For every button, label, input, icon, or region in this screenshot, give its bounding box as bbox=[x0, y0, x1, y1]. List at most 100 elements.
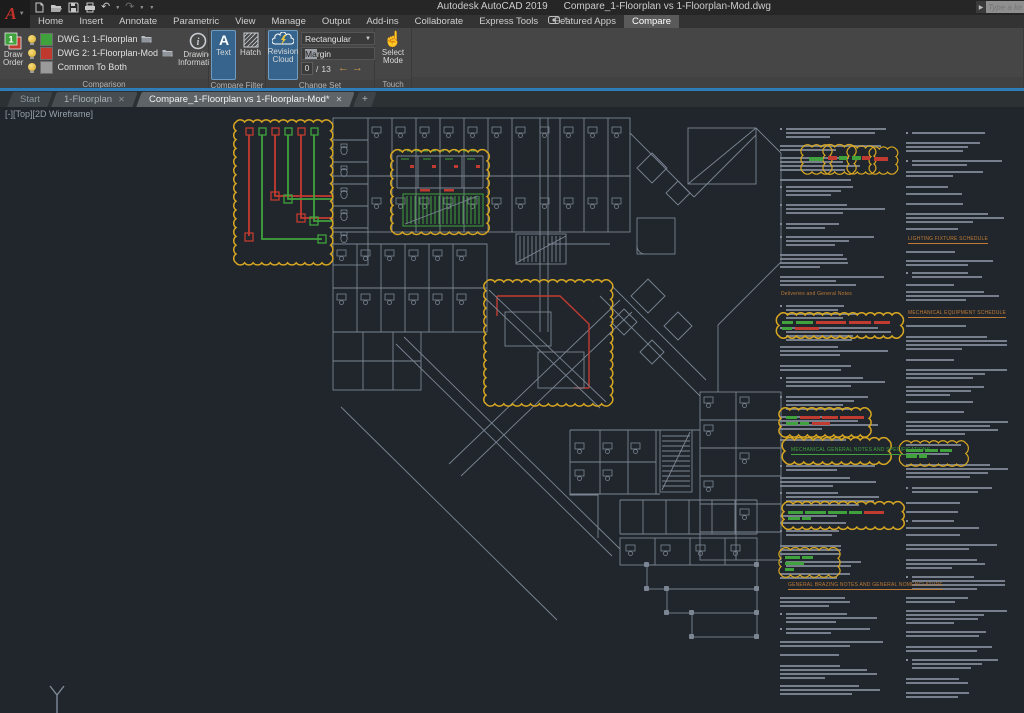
ribbon-tab-home[interactable]: Home bbox=[30, 15, 71, 28]
open-file-icon[interactable] bbox=[50, 3, 63, 13]
text-diff-added bbox=[788, 517, 800, 520]
desk-glyphs bbox=[337, 127, 749, 556]
hatch-filter-icon bbox=[243, 32, 259, 48]
svg-text:i: i bbox=[197, 37, 200, 48]
text-diff-added bbox=[786, 416, 797, 419]
qat-customize-caret-icon[interactable]: ▼ bbox=[149, 5, 154, 11]
text-diff-added bbox=[839, 156, 847, 160]
text-diff-removed bbox=[840, 416, 864, 419]
ribbon-tab-annotate[interactable]: Annotate bbox=[111, 15, 165, 28]
select-mode-button[interactable]: ☝ Select Mode bbox=[377, 30, 409, 79]
ribbon-tab-parametric[interactable]: Parametric bbox=[165, 15, 227, 28]
text-diff-removed bbox=[800, 416, 820, 419]
hatch-filter-button[interactable]: Hatch bbox=[238, 30, 263, 79]
ribbon-empty-area bbox=[412, 28, 1024, 88]
visibility-bulb-icon[interactable] bbox=[28, 49, 36, 57]
ribbon-tab-compare[interactable]: Compare bbox=[624, 15, 679, 28]
keyword-search-input[interactable] bbox=[986, 1, 1024, 13]
autocad-window: Deliveries and General NotesLIGHTING FIX… bbox=[0, 0, 1024, 713]
diff-restroom-stair bbox=[397, 151, 483, 226]
comparison-layer-row-0[interactable]: DWG 1: 1-Floorplan bbox=[28, 33, 173, 45]
viewport-controls[interactable]: [-][Top][2D Wireframe] bbox=[5, 109, 93, 119]
text-diff-added bbox=[786, 422, 798, 425]
visibility-bulb-icon[interactable] bbox=[28, 35, 36, 43]
draw-order-button[interactable]: 1 Draw Order bbox=[2, 30, 24, 79]
close-tab-icon[interactable]: ✕ bbox=[118, 95, 125, 104]
screencast-icon[interactable] bbox=[548, 16, 560, 24]
ribbon-tab-manage[interactable]: Manage bbox=[264, 15, 314, 28]
revision-cloud-2[interactable] bbox=[484, 280, 613, 406]
file-tab-0[interactable]: Start bbox=[7, 92, 53, 107]
new-file-icon[interactable] bbox=[34, 2, 45, 13]
ribbon-tab-view[interactable]: View bbox=[227, 15, 263, 28]
layer-color-swatch[interactable] bbox=[40, 47, 53, 60]
info-icon: i bbox=[189, 32, 207, 50]
text-diff-removed bbox=[874, 157, 888, 161]
layer-label: Common To Both bbox=[57, 62, 126, 72]
visibility-bulb-icon[interactable] bbox=[28, 63, 36, 71]
text-diff-added bbox=[785, 556, 800, 559]
text-diff-added bbox=[919, 455, 927, 458]
text-diff-added bbox=[906, 455, 917, 458]
diff-duct-runs bbox=[245, 128, 333, 243]
panel-change-set: Revision Cloud Rectangular▼ Margin 0 / 1… bbox=[266, 28, 375, 88]
margin-field[interactable]: Margin bbox=[301, 47, 375, 60]
change-total: 13 bbox=[321, 64, 330, 74]
comparison-layer-row-1[interactable]: DWG 2: 1-Floorplan-Mod bbox=[28, 47, 173, 59]
ribbon-tab-collaborate[interactable]: Collaborate bbox=[407, 15, 472, 28]
layer-label: DWG 2: 1-Floorplan-Mod bbox=[57, 48, 158, 58]
cloud-style-dropdown[interactable]: Rectangular▼ bbox=[301, 32, 375, 45]
text-diff-added bbox=[940, 449, 952, 452]
redo-caret-icon[interactable]: ▼ bbox=[139, 5, 144, 11]
text-diff-added bbox=[828, 511, 847, 514]
file-tab-1[interactable]: 1-Floorplan✕ bbox=[51, 92, 137, 107]
text-diff-added bbox=[809, 157, 823, 161]
svg-text:1: 1 bbox=[9, 35, 14, 45]
ribbon-tab-add-ins[interactable]: Add-ins bbox=[358, 15, 406, 28]
layer-color-swatch[interactable] bbox=[40, 33, 53, 46]
note-heading-0: Deliveries and General Notes bbox=[781, 291, 852, 297]
folder-icon[interactable] bbox=[141, 35, 152, 43]
revision-cloud-button[interactable]: Revision Cloud bbox=[268, 30, 298, 80]
note-heading-4: GENERAL BRAZING NOTES AND GENERAL NOMENC… bbox=[788, 582, 943, 590]
undo-caret-icon[interactable]: ▼ bbox=[115, 5, 120, 11]
revision-cloud-0[interactable] bbox=[234, 120, 333, 265]
comparison-layer-row-2[interactable]: Common To Both bbox=[28, 61, 173, 73]
ribbon-tab-insert[interactable]: Insert bbox=[71, 15, 111, 28]
new-tab-button[interactable]: + bbox=[353, 92, 376, 107]
text-diff-removed bbox=[816, 321, 846, 324]
redo-icon[interactable]: ↷ bbox=[125, 2, 134, 13]
ucs-y-axis-icon bbox=[50, 686, 64, 713]
ribbon-tab-express-tools[interactable]: Express Tools bbox=[471, 15, 546, 28]
fixture-glyphs bbox=[341, 144, 347, 243]
note-heading-2: MECHANICAL EQUIPMENT SCHEDULE bbox=[908, 310, 1006, 318]
autocad-logo[interactable]: A▼ bbox=[0, 0, 30, 28]
revision-cloud-1[interactable] bbox=[391, 150, 490, 235]
folder-icon[interactable] bbox=[162, 49, 173, 57]
ribbon-tab-output[interactable]: Output bbox=[314, 15, 359, 28]
next-change-button[interactable]: → bbox=[352, 63, 363, 74]
text-diff-removed bbox=[828, 156, 837, 160]
text-diff-removed bbox=[795, 327, 819, 330]
text-diff-added bbox=[785, 568, 794, 571]
revision-cloud-5[interactable] bbox=[847, 146, 876, 174]
file-tab-active[interactable]: Compare_1-Floorplan vs 1-Floorplan-Mod*✕ bbox=[136, 92, 355, 107]
close-tab-icon[interactable]: ✕ bbox=[335, 95, 342, 104]
layer-color-swatch[interactable] bbox=[40, 61, 53, 74]
previous-change-button[interactable]: ← bbox=[338, 63, 349, 74]
document-title: Compare_1-Floorplan vs 1-Floorplan-Mod.d… bbox=[564, 1, 771, 12]
diff-walls bbox=[497, 296, 589, 388]
change-current-box[interactable]: 0 bbox=[301, 62, 313, 75]
plot-icon[interactable] bbox=[84, 2, 96, 13]
search-arrow-icon[interactable]: ▶ bbox=[976, 1, 986, 13]
undo-icon[interactable]: ↶ bbox=[101, 2, 110, 13]
save-icon[interactable] bbox=[68, 2, 79, 13]
text-filter-icon: A bbox=[216, 32, 232, 48]
revision-cloud-annotations bbox=[234, 120, 969, 577]
text-diff-added bbox=[800, 422, 809, 425]
revision-cloud-icon bbox=[272, 32, 294, 47]
text-filter-button[interactable]: A Text bbox=[211, 30, 236, 80]
screencast-caret-icon[interactable]: ▼ bbox=[563, 17, 569, 23]
draw-order-icon: 1 bbox=[4, 32, 22, 50]
text-diff-removed bbox=[874, 321, 890, 324]
